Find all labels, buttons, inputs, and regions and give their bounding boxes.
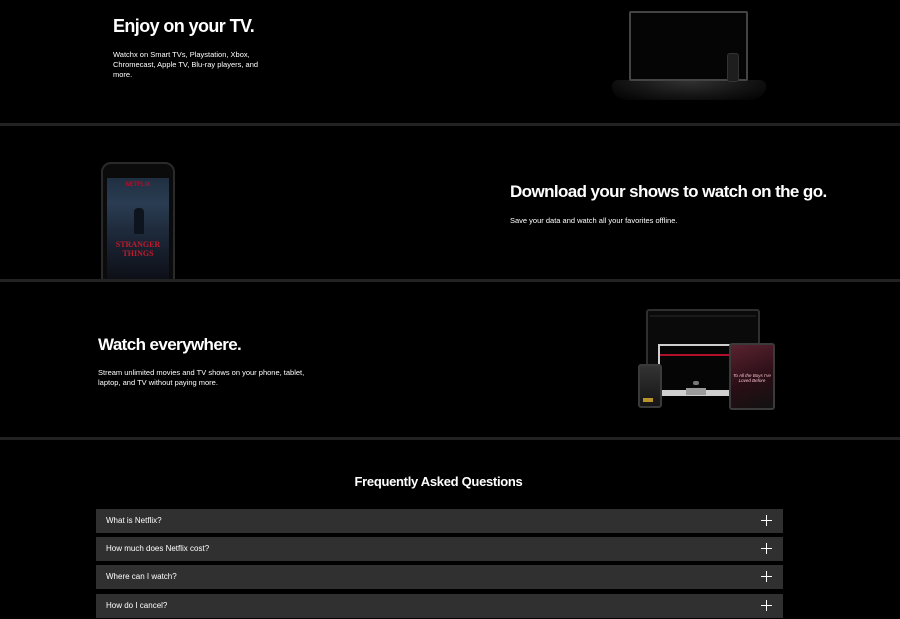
- faq-section: Frequently Asked Questions What is Netfl…: [0, 440, 900, 619]
- small-phone-icon: [638, 364, 662, 408]
- faq-item-cost[interactable]: How much does Netflix cost?: [96, 537, 783, 561]
- phone-poster-logo: NETFLIX: [125, 182, 151, 188]
- phone-poster-title: STRANGER THINGS: [107, 240, 169, 258]
- download-section-description: Save your data and watch all your favori…: [510, 216, 678, 225]
- faq-item-what-is-netflix[interactable]: What is Netflix?: [96, 509, 783, 533]
- phone-poster: NETFLIX STRANGER THINGS: [107, 178, 169, 280]
- plus-icon[interactable]: [761, 515, 772, 526]
- phone-icon: NETFLIX STRANGER THINGS: [101, 162, 175, 282]
- everywhere-section-title: Watch everywhere.: [98, 335, 242, 354]
- tv-section-title: Enjoy on your TV.: [113, 16, 255, 36]
- download-section: NETFLIX STRANGER THINGS Download your sh…: [0, 126, 900, 282]
- faq-question: How do I cancel?: [106, 601, 168, 610]
- faq-item-cancel[interactable]: How do I cancel?: [96, 594, 783, 618]
- plus-icon[interactable]: [761, 571, 772, 582]
- plus-icon[interactable]: [761, 600, 772, 611]
- tv-section-description: Watchx on Smart TVs, Playstation, Xbox, …: [113, 50, 259, 79]
- tv-section: Enjoy on your TV. Watchx on Smart TVs, P…: [0, 0, 900, 123]
- phone-poster-title-line1: STRANGER: [115, 240, 161, 249]
- everywhere-section: Watch everywhere. Stream unlimited movie…: [0, 282, 900, 437]
- tablet-poster-text: To All the Boys I've Loved Before: [733, 373, 771, 383]
- faq-question: What is Netflix?: [106, 516, 162, 525]
- remote-icon: [727, 53, 739, 82]
- download-section-title: Download your shows to watch on the go.: [510, 182, 827, 201]
- everywhere-section-description: Stream unlimited movies and TV shows on …: [98, 368, 305, 387]
- phone-poster-figure: [134, 208, 144, 234]
- phone-poster-title-line2: THINGS: [122, 249, 154, 258]
- plus-icon[interactable]: [761, 543, 772, 554]
- tablet-icon: To All the Boys I've Loved Before: [729, 343, 775, 410]
- tv-stand-image: [612, 80, 766, 100]
- apple-logo-icon: [693, 381, 699, 385]
- faq-title: Frequently Asked Questions: [354, 474, 523, 489]
- faq-item-where-watch[interactable]: Where can I watch?: [96, 565, 783, 589]
- faq-question: How much does Netflix cost?: [106, 544, 210, 553]
- faq-question: Where can I watch?: [106, 572, 177, 581]
- imac-stand: [686, 388, 706, 395]
